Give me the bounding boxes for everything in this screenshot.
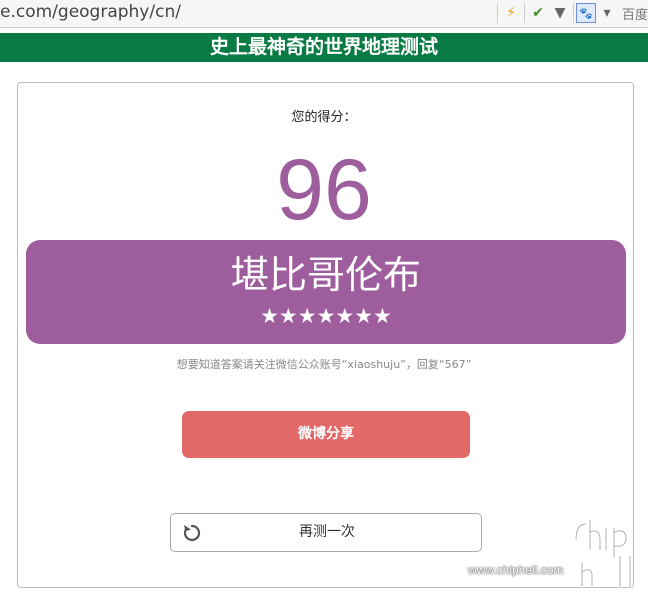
search-engine-dropdown-icon[interactable]: ▾ [596,2,618,24]
divider [572,3,574,23]
watermark-text: www.chiphell.com [468,563,564,577]
hint-text: 想要知道答案请关注微信公众账号“xiaoshuju”，回复“567” [176,358,472,371]
score-label: 您的得分： [291,110,357,125]
browser-address-bar: e.com/geography/cn/ ⚡ ✔ ▼ 🐾 ▾ 百度 [0,0,648,28]
divider [496,3,498,23]
address-url[interactable]: e.com/geography/cn/ [0,2,181,22]
result-title: 堪比哥伦布 [230,253,421,297]
chevron-down-icon[interactable]: ▼ [549,2,571,24]
pin-icon[interactable]: ✔ [527,2,549,24]
search-engine-label[interactable]: 百度 [622,4,648,23]
chiphell-logo [574,518,632,590]
star-rating: ★★★★★★★ [260,304,392,328]
retry-label: 再测一次 [299,524,355,540]
score-value: 96 [276,142,372,238]
retry-button[interactable]: 再测一次 [170,513,482,552]
lightning-icon[interactable]: ⚡ [500,2,522,24]
page-title: 史上最神奇的世界地理测试 [0,33,648,62]
result-banner: 堪比哥伦布 ★★★★★★★ [26,240,626,344]
weibo-share-button[interactable]: 微博分享 [182,411,470,458]
divider [523,3,525,23]
address-bar-icons: ⚡ ✔ ▼ 🐾 ▾ 百度 [495,2,648,24]
baidu-paw-icon[interactable]: 🐾 [575,3,596,23]
